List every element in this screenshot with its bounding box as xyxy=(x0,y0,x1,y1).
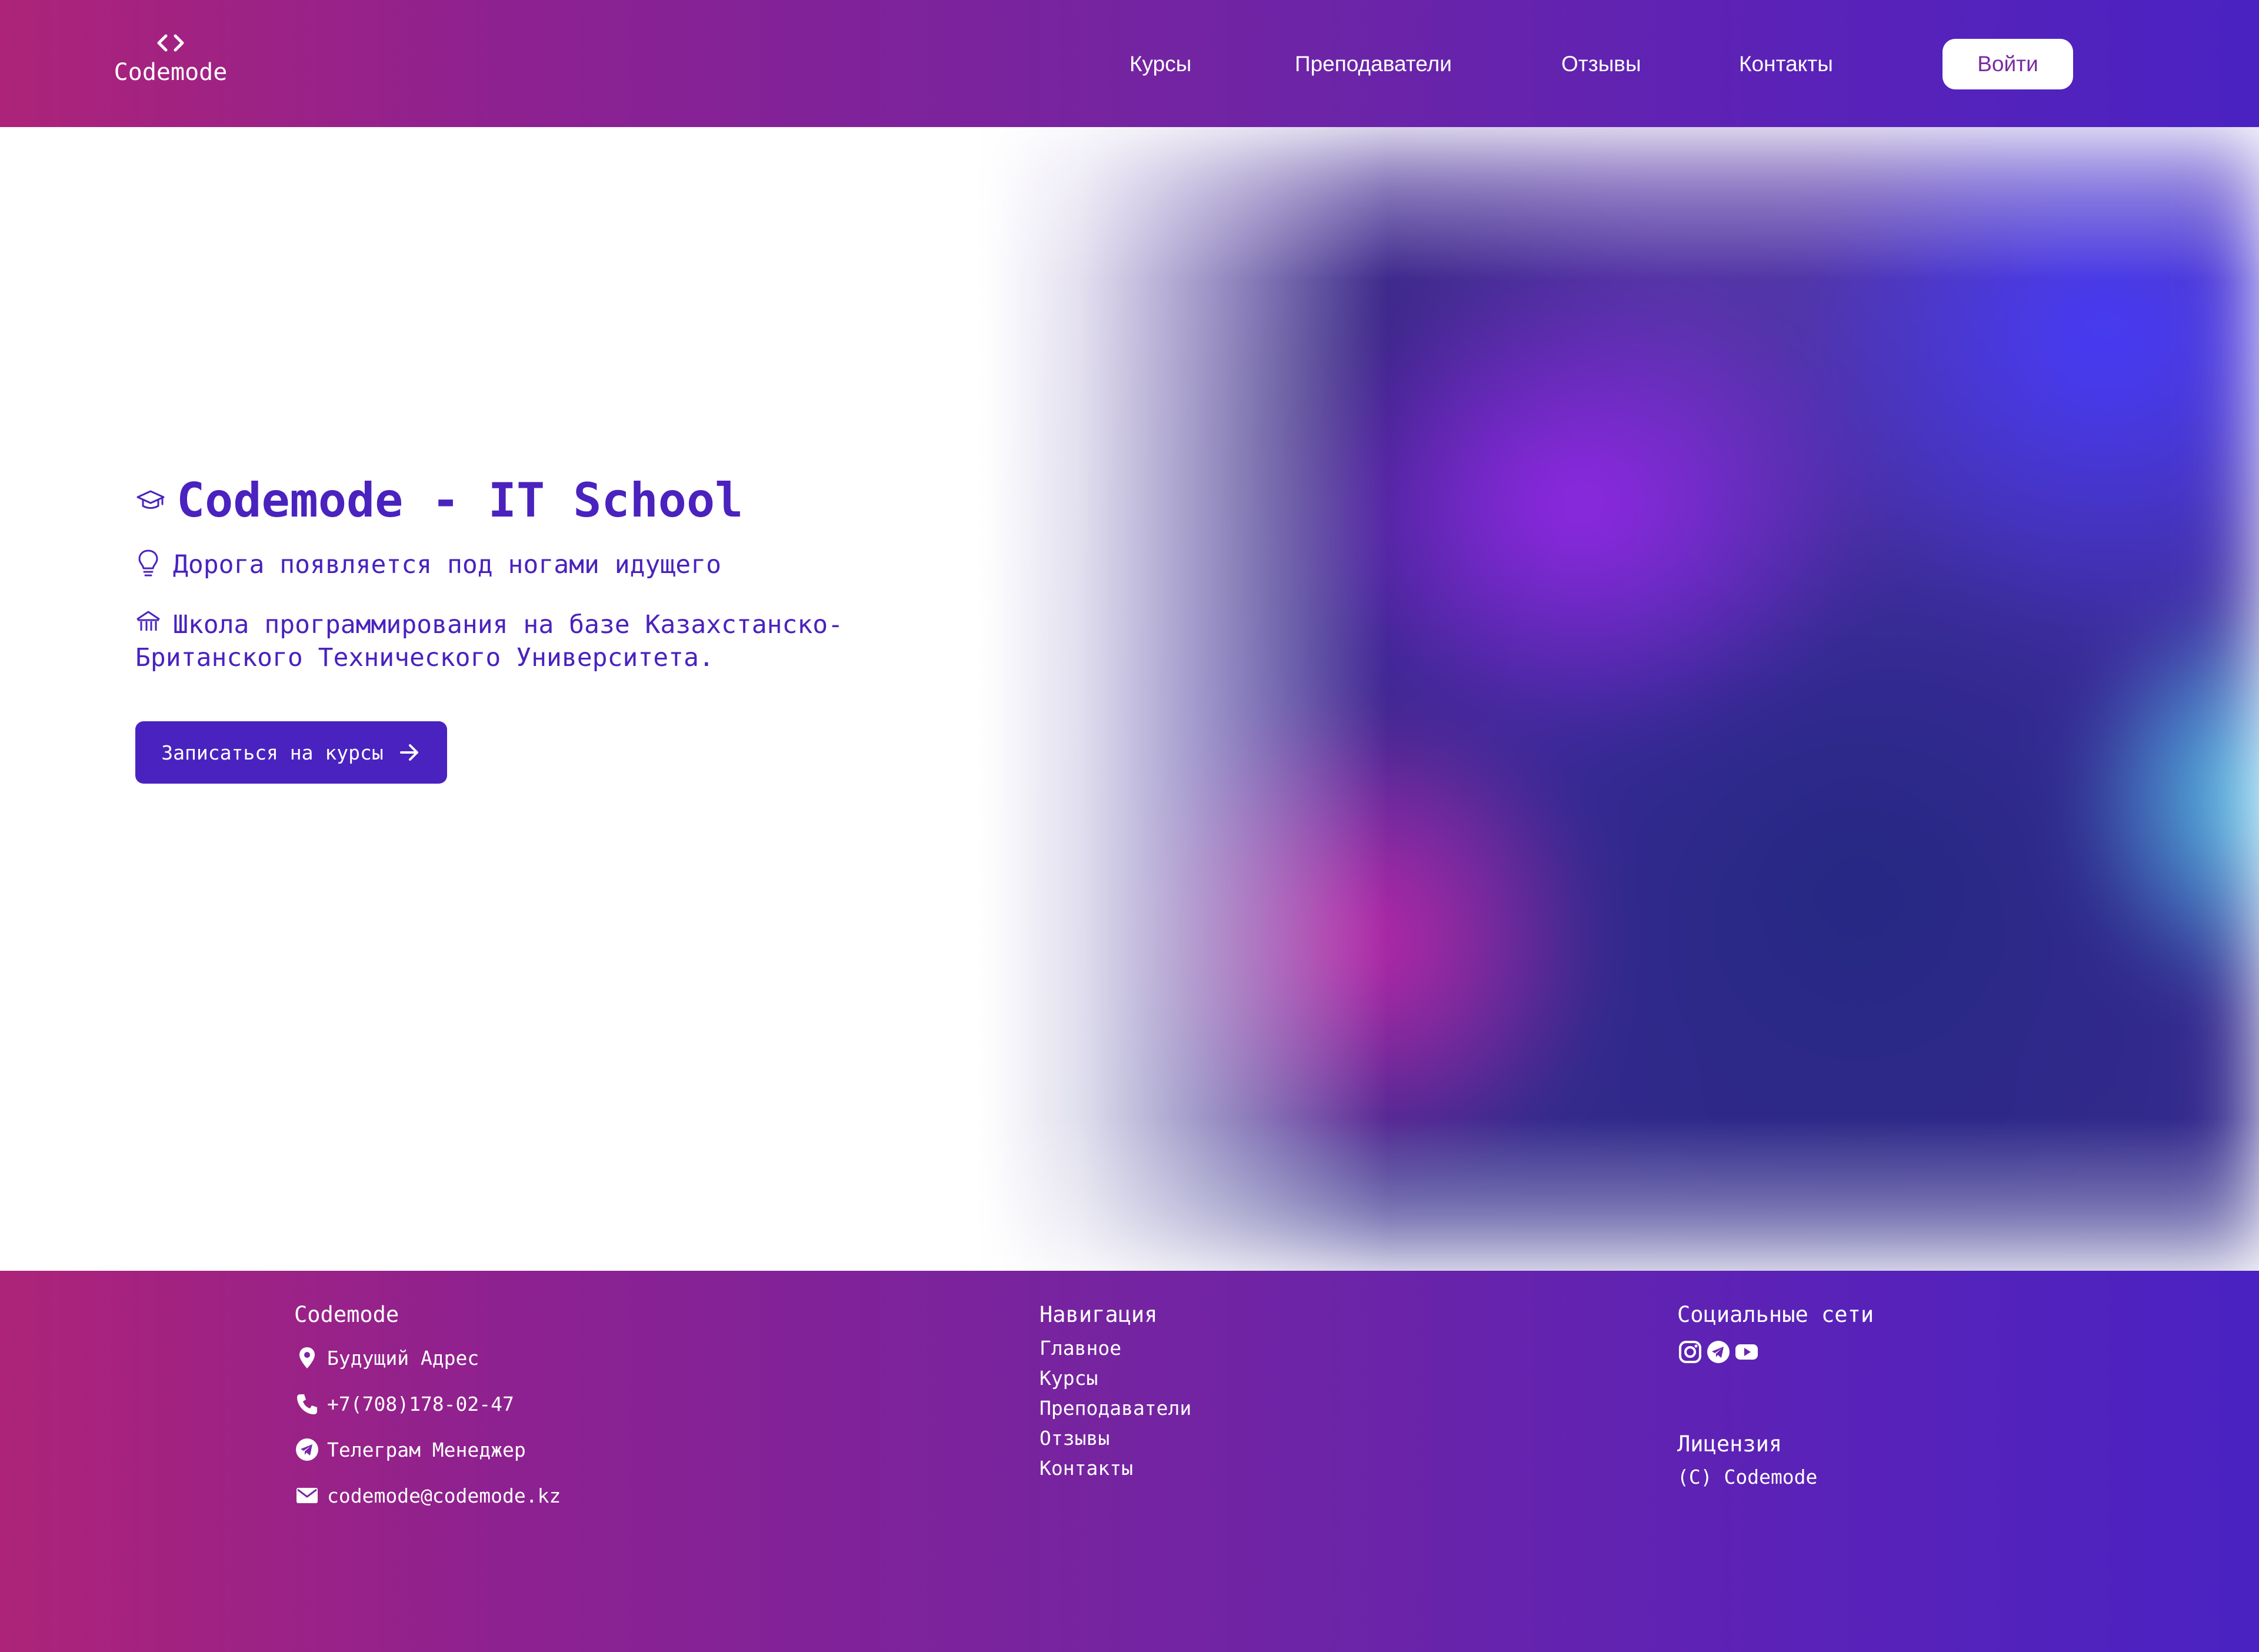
gradient-fade-top xyxy=(977,127,2259,280)
code-brackets-icon xyxy=(157,34,184,52)
footer-nav-column: Навигация Главное Курсы Преподаватели От… xyxy=(1039,1300,1191,1483)
footer-nav-heading: Навигация xyxy=(1039,1302,1158,1327)
site-footer: Codemode Будущий Адрес +7(708)178-02-47 … xyxy=(0,1271,2259,1652)
location-pin-icon xyxy=(299,1347,315,1368)
enroll-button[interactable]: Записаться на курсы xyxy=(135,721,447,784)
hero-title-text: Codemode - IT School xyxy=(176,473,744,528)
footer-license-heading: Лицензия xyxy=(1677,1431,1782,1457)
footer-telegram-text: Телеграм Менеджер xyxy=(327,1438,526,1461)
gradient-fade-left xyxy=(977,127,1388,1271)
nav-link-reviews[interactable]: Отзывы xyxy=(1561,49,1641,79)
footer-social-column: Социальные сети Лицензия (C) Codemode xyxy=(1677,1300,1874,1492)
footer-link-reviews[interactable]: Отзывы xyxy=(1039,1423,1191,1453)
youtube-icon[interactable] xyxy=(1734,1339,1760,1365)
hero-section: Codemode - IT School Дорога появляется п… xyxy=(0,127,2259,1271)
hero-motto-text: Дорога появляется под ногами идущего xyxy=(173,550,721,579)
footer-link-home[interactable]: Главное xyxy=(1039,1333,1191,1363)
footer-email[interactable]: codemode@codemode.kz xyxy=(294,1478,561,1513)
nav-link-teachers[interactable]: Преподаватели xyxy=(1295,49,1452,79)
university-building-icon xyxy=(136,611,160,631)
footer-link-courses[interactable]: Курсы xyxy=(1039,1363,1191,1393)
graduation-cap-icon xyxy=(136,490,165,509)
footer-contacts-column: Codemode Будущий Адрес +7(708)178-02-47 … xyxy=(294,1300,561,1513)
telegram-icon[interactable] xyxy=(1705,1339,1731,1365)
site-header: Codemode Курсы Преподаватели Отзывы Конт… xyxy=(0,0,2259,127)
phone-icon xyxy=(297,1394,317,1414)
instagram-icon[interactable] xyxy=(1677,1339,1703,1365)
mail-icon xyxy=(296,1488,318,1503)
footer-address[interactable]: Будущий Адрес xyxy=(294,1340,561,1375)
footer-phone-text: +7(708)178-02-47 xyxy=(327,1392,514,1415)
footer-telegram[interactable]: Телеграм Менеджер xyxy=(294,1432,561,1467)
footer-social-heading: Социальные сети xyxy=(1677,1302,1874,1327)
lightbulb-icon xyxy=(138,549,158,577)
gradient-fade-bottom xyxy=(977,1118,2259,1271)
hero-motto: Дорога появляется под ногами идущего xyxy=(135,548,721,581)
logo-text: Codemode xyxy=(114,59,228,86)
footer-email-text: codemode@codemode.kz xyxy=(327,1484,561,1507)
footer-link-contacts[interactable]: Контакты xyxy=(1039,1453,1191,1483)
hero-description-text: Школа программирования на базе Казахстан… xyxy=(135,610,844,672)
enroll-button-label: Записаться на курсы xyxy=(161,741,384,764)
hero-gradient-art xyxy=(977,127,2259,1271)
footer-nav-list: Главное Курсы Преподаватели Отзывы Конта… xyxy=(1039,1333,1191,1483)
footer-license-text: (C) Codemode xyxy=(1677,1466,1818,1488)
hero-title: Codemode - IT School xyxy=(135,468,743,533)
login-button[interactable]: Войти xyxy=(1943,39,2073,89)
arrow-right-icon xyxy=(399,744,418,761)
footer-address-text: Будущий Адрес xyxy=(327,1346,479,1370)
logo[interactable]: Codemode xyxy=(109,28,232,87)
nav-link-courses[interactable]: Курсы xyxy=(1130,49,1191,79)
social-icons xyxy=(1677,1339,1874,1365)
telegram-icon xyxy=(296,1438,318,1461)
footer-phone[interactable]: +7(708)178-02-47 xyxy=(294,1386,561,1421)
nav-link-contacts[interactable]: Контакты xyxy=(1739,49,1833,79)
footer-link-teachers[interactable]: Преподаватели xyxy=(1039,1393,1191,1423)
footer-brand-heading: Codemode xyxy=(294,1302,399,1327)
hero-description: Школа программирования на базе Казахстан… xyxy=(135,608,1006,674)
